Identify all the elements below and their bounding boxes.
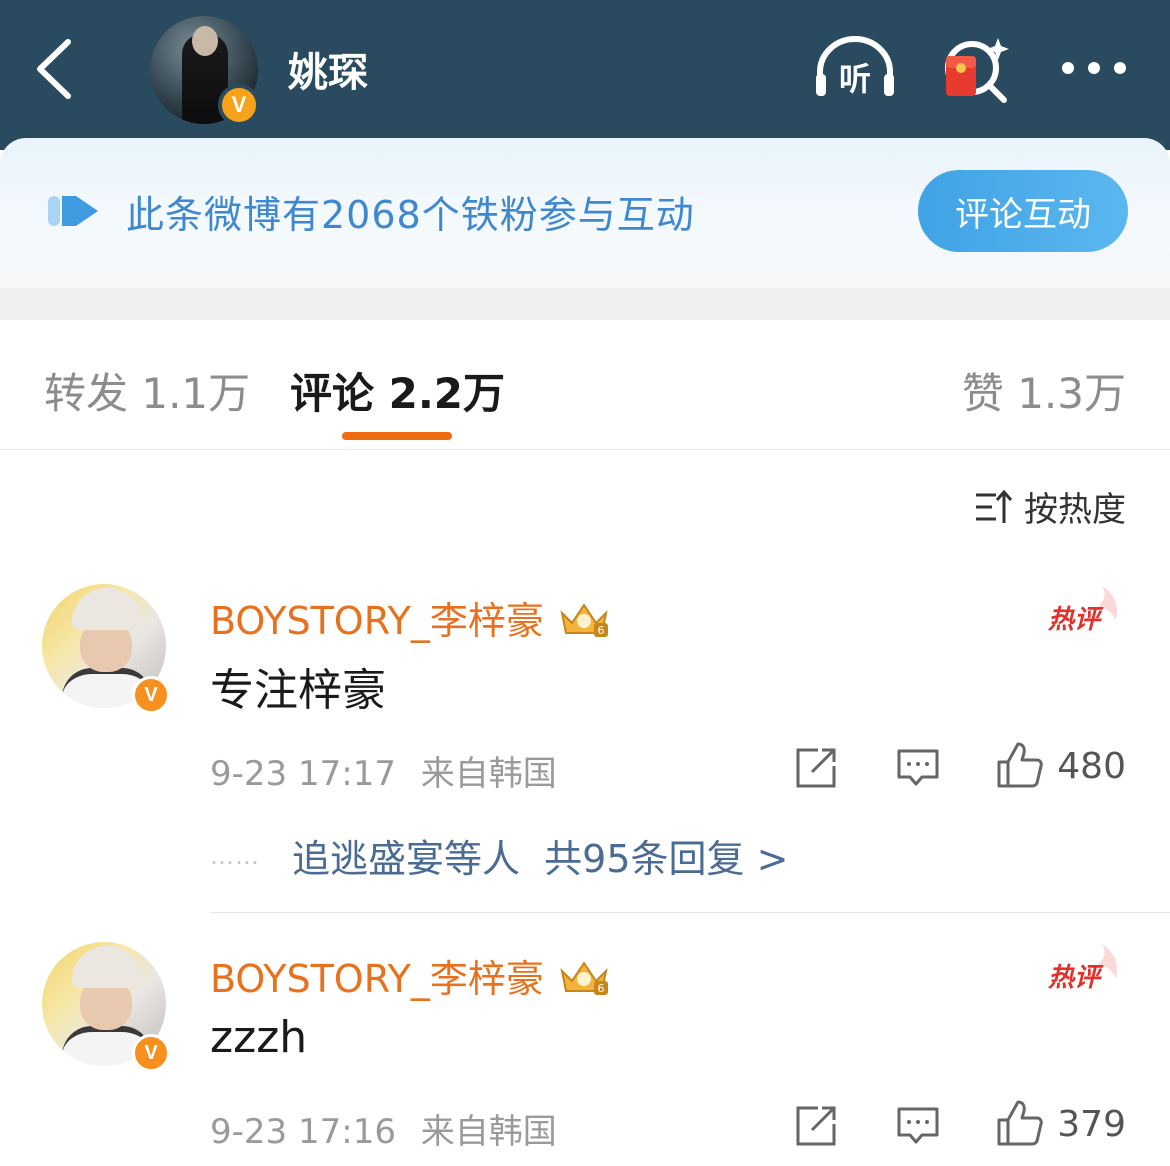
interaction-tabs: 转发 1.1万 评论 2.2万 赞 1.3万	[0, 320, 1170, 450]
hot-label: 热评	[1047, 963, 1104, 993]
thumbs-up-icon[interactable]	[996, 1098, 1044, 1148]
sort-label: 按热度	[1024, 490, 1126, 530]
comment-location: 来自韩国	[420, 754, 557, 794]
back-icon[interactable]	[28, 36, 84, 102]
crown-level: 6	[597, 624, 604, 637]
hot-comment-icon: 热评	[1047, 944, 1118, 993]
comment-location: 来自韩国	[420, 1112, 557, 1152]
comment-divider	[210, 912, 1170, 913]
comment-meta: 9-23 17:16 来自韩国	[210, 1104, 557, 1153]
top-bar: V 姚琛 听	[0, 0, 1170, 150]
like-count: 480	[1057, 746, 1126, 787]
commenter-name[interactable]: BOYSTORY_李梓豪 6	[210, 590, 612, 645]
comment-time: 9-23 17:16	[210, 1112, 396, 1152]
comment-text: zzzh	[210, 1012, 308, 1063]
replies-text: 追逃盛宴等人 共95条回复 >	[292, 837, 789, 881]
sort-button[interactable]: 按热度	[974, 482, 1126, 531]
comment-item: V BOYSTORY_李梓豪 6 热评 zzzh 9-23 17:16 来自韩国…	[0, 942, 1170, 1166]
share-icon[interactable]	[794, 746, 838, 790]
play-arrow-icon	[48, 196, 98, 226]
hot-comment-icon: 热评	[1047, 586, 1118, 635]
verified-badge: V	[218, 84, 260, 126]
share-icon[interactable]	[794, 1104, 838, 1148]
crown-icon: 6	[560, 960, 608, 995]
comment-interact-button[interactable]: 评论互动	[918, 170, 1128, 252]
author-name[interactable]: 姚琛	[288, 40, 368, 98]
verified-badge: V	[132, 676, 170, 714]
tab-comment[interactable]: 评论 2.2万	[290, 360, 505, 421]
ellipsis-icon[interactable]	[1058, 34, 1130, 104]
thumbs-up-icon[interactable]	[996, 740, 1044, 790]
crown-icon: 6	[560, 602, 608, 637]
tab-repost[interactable]: 转发 1.1万	[44, 360, 250, 421]
active-tab-indicator	[342, 432, 452, 440]
commenter-name-text: BOYSTORY_李梓豪	[210, 599, 544, 643]
comment-text: 专注梓豪	[210, 665, 386, 716]
reply-icon[interactable]	[896, 746, 940, 790]
listen-label: 听	[839, 60, 871, 98]
crown-level: 6	[597, 982, 604, 995]
banner-text: 此条微博有2068个铁粉参与互动	[126, 193, 695, 237]
commenter-name[interactable]: BOYSTORY_李梓豪 6	[210, 948, 612, 1003]
verified-badge: V	[132, 1034, 170, 1072]
comment-time: 9-23 17:17	[210, 754, 396, 794]
comment-item: V BOYSTORY_李梓豪 6 热评 专注梓豪 9-23 17:17 来自韩国…	[0, 584, 1170, 924]
reply-icon[interactable]	[896, 1104, 940, 1148]
hot-label: 热评	[1047, 605, 1104, 635]
section-divider	[0, 288, 1170, 320]
sort-icon	[976, 489, 1013, 523]
replies-dots: ……	[210, 841, 260, 870]
headphones-icon[interactable]: 听	[812, 34, 898, 104]
tab-like[interactable]: 赞 1.3万	[962, 360, 1126, 421]
replies-link[interactable]: …… 追逃盛宴等人 共95条回复 >	[210, 828, 788, 883]
red-packet-search-icon[interactable]	[940, 34, 1012, 104]
like-count: 379	[1057, 1104, 1126, 1145]
commenter-name-text: BOYSTORY_李梓豪	[210, 957, 544, 1001]
fan-interaction-banner: 此条微博有2068个铁粉参与互动 评论互动	[0, 138, 1170, 288]
comment-meta: 9-23 17:17 来自韩国	[210, 746, 557, 795]
